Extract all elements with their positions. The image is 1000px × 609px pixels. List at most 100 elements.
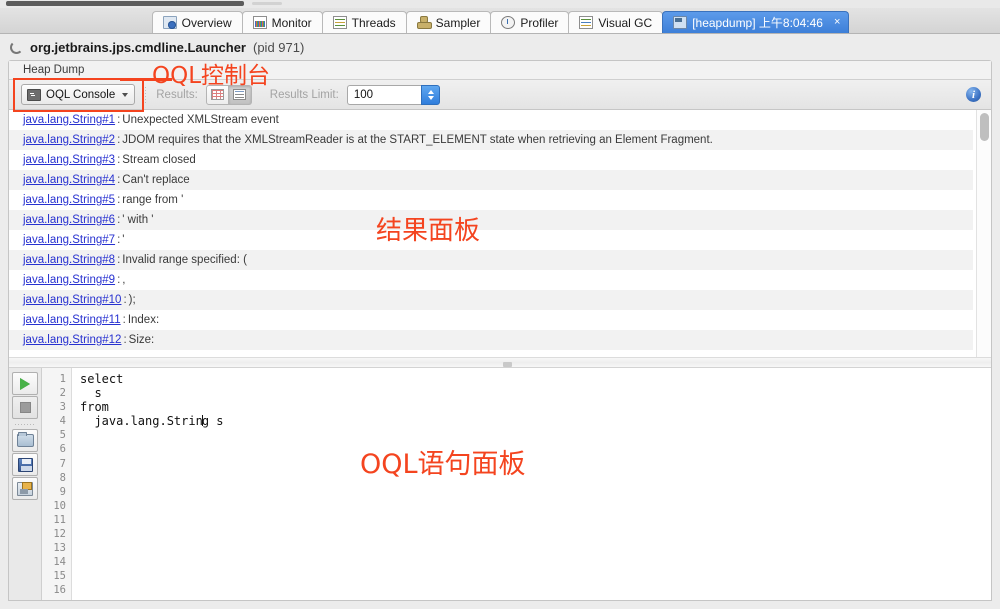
line-number: 6 <box>42 442 71 456</box>
line-number: 14 <box>42 555 71 569</box>
code-line: select <box>80 372 991 386</box>
oql-query-editor[interactable]: select sfrom java.lang.String s <box>72 368 991 600</box>
result-row[interactable]: java.lang.String#9 : , <box>9 270 973 290</box>
result-row[interactable]: java.lang.String#6 : ' with ' <box>9 210 973 230</box>
result-object-link[interactable]: java.lang.String#1 <box>23 114 115 126</box>
info-icon[interactable]: i <box>966 87 981 102</box>
oql-editor-panel: 123456789101112131415161718 select sfrom… <box>9 368 991 600</box>
results-limit-label: Results Limit: <box>270 89 339 101</box>
tab-threads[interactable]: Threads <box>322 11 407 33</box>
result-object-link[interactable]: java.lang.String#8 <box>23 254 115 266</box>
result-separator: : <box>121 314 128 326</box>
results-limit-stepper[interactable] <box>421 85 440 105</box>
result-object-link[interactable]: java.lang.String#4 <box>23 174 115 186</box>
result-row[interactable]: java.lang.String#12 : Size: <box>9 330 973 350</box>
line-number: 11 <box>42 513 71 527</box>
result-object-link[interactable]: java.lang.String#5 <box>23 194 115 206</box>
result-separator: : <box>115 174 122 186</box>
tab-overview[interactable]: Overview <box>152 11 243 33</box>
oql-toolbar: OQL Console Results: Results Limit: i <box>9 80 991 110</box>
result-value: Invalid range specified: ( <box>122 254 247 266</box>
result-object-link[interactable]: java.lang.String#2 <box>23 134 115 146</box>
spinner-icon <box>10 41 23 54</box>
line-number: 4 <box>42 414 71 428</box>
stop-query-button <box>12 396 38 419</box>
sub-tab-heap-dump[interactable]: Heap Dump <box>23 64 84 76</box>
line-number: 1 <box>42 372 71 386</box>
window-bottom-strip <box>0 601 1000 609</box>
result-value: ' with ' <box>122 214 153 226</box>
visualgc-icon <box>579 16 593 29</box>
line-number: 12 <box>42 527 71 541</box>
tab-close-icon[interactable]: × <box>834 17 840 28</box>
result-object-link[interactable]: java.lang.String#7 <box>23 234 115 246</box>
results-list: java.lang.String#1 : Unexpected XMLStrea… <box>9 110 973 350</box>
result-row[interactable]: java.lang.String#1 : Unexpected XMLStrea… <box>9 110 973 130</box>
result-value: range from ' <box>122 194 183 206</box>
result-separator: : <box>115 154 122 166</box>
results-view-table-button[interactable] <box>206 85 229 105</box>
result-row[interactable]: java.lang.String#8 : Invalid range speci… <box>9 250 973 270</box>
run-query-button[interactable] <box>12 372 38 395</box>
tab-label: Profiler <box>520 16 558 30</box>
result-object-link[interactable]: java.lang.String#12 <box>23 334 121 346</box>
results-limit-input[interactable] <box>347 85 421 105</box>
page-title: org.jetbrains.jps.cmdline.Launcher <box>30 40 246 55</box>
result-separator: : <box>115 114 122 126</box>
tab-sampler[interactable]: Sampler <box>406 11 492 33</box>
save-query-as-button[interactable] <box>12 477 38 500</box>
tab-profiler[interactable]: Profiler <box>490 11 569 33</box>
open-query-button[interactable] <box>12 429 38 452</box>
code-line: s <box>80 386 991 400</box>
play-icon <box>20 378 30 390</box>
result-object-link[interactable]: java.lang.String#6 <box>23 214 115 226</box>
tab-label: Visual GC <box>598 16 652 30</box>
line-number: 7 <box>42 457 71 471</box>
toolbar-divider <box>12 420 38 429</box>
result-object-link[interactable]: java.lang.String#10 <box>23 294 121 306</box>
result-row[interactable]: java.lang.String#2 : JDOM requires that … <box>9 130 973 150</box>
main-tabs: Overview Monitor Threads Sampler Profiler Vis… <box>152 7 849 33</box>
result-separator: : <box>115 134 122 146</box>
save-icon <box>18 458 33 472</box>
results-view-list-button[interactable] <box>229 85 252 105</box>
results-vertical-scrollbar[interactable] <box>976 110 991 357</box>
tab-heapdump-8-04-46[interactable]: [heapdump] 上午8:04:46 × <box>662 11 849 33</box>
save-as-icon <box>17 482 33 496</box>
result-value: , <box>122 274 125 286</box>
result-row[interactable]: java.lang.String#5 : range from ' <box>9 190 973 210</box>
scrollbar-thumb[interactable] <box>980 113 989 141</box>
overview-icon <box>163 16 177 29</box>
splitter-grip[interactable] <box>503 362 512 367</box>
tab-label: [heapdump] 上午8:04:46 <box>692 14 823 31</box>
line-number: 17 <box>42 598 71 601</box>
result-row[interactable]: java.lang.String#11 : Index: <box>9 310 973 330</box>
text-caret <box>202 415 203 426</box>
panel-splitter[interactable] <box>9 357 991 368</box>
tab-monitor[interactable]: Monitor <box>242 11 323 33</box>
tab-label: Threads <box>352 16 396 30</box>
visualvm-window: Overview Monitor Threads Sampler Profiler Vis… <box>0 0 1000 609</box>
result-object-link[interactable]: java.lang.String#9 <box>23 274 115 286</box>
result-separator: : <box>121 334 128 346</box>
result-row[interactable]: java.lang.String#10 : ); <box>9 290 973 310</box>
save-query-button[interactable] <box>12 453 38 476</box>
result-object-link[interactable]: java.lang.String#3 <box>23 154 115 166</box>
tab-label: Monitor <box>272 16 312 30</box>
application-header: org.jetbrains.jps.cmdline.Launcher (pid … <box>0 35 1000 59</box>
result-value: Stream closed <box>122 154 196 166</box>
tab-visual-gc[interactable]: Visual GC <box>568 11 663 33</box>
line-number: 5 <box>42 428 71 442</box>
result-row[interactable]: java.lang.String#4 : Can't replace <box>9 170 973 190</box>
tab-label: Overview <box>182 16 232 30</box>
result-row[interactable]: java.lang.String#7 : ' <box>9 230 973 250</box>
editor-line-numbers: 123456789101112131415161718 <box>42 368 72 600</box>
sampler-icon <box>417 16 431 29</box>
result-row[interactable]: java.lang.String#3 : Stream closed <box>9 150 973 170</box>
result-separator: : <box>115 274 122 286</box>
results-panel: java.lang.String#1 : Unexpected XMLStrea… <box>9 110 991 357</box>
result-object-link[interactable]: java.lang.String#11 <box>23 314 121 326</box>
oql-console-dropdown-button[interactable]: OQL Console <box>21 84 135 105</box>
heap-dump-content-panel: Heap Dump OQL Console Results: Results L… <box>8 60 992 601</box>
result-separator: : <box>121 294 128 306</box>
